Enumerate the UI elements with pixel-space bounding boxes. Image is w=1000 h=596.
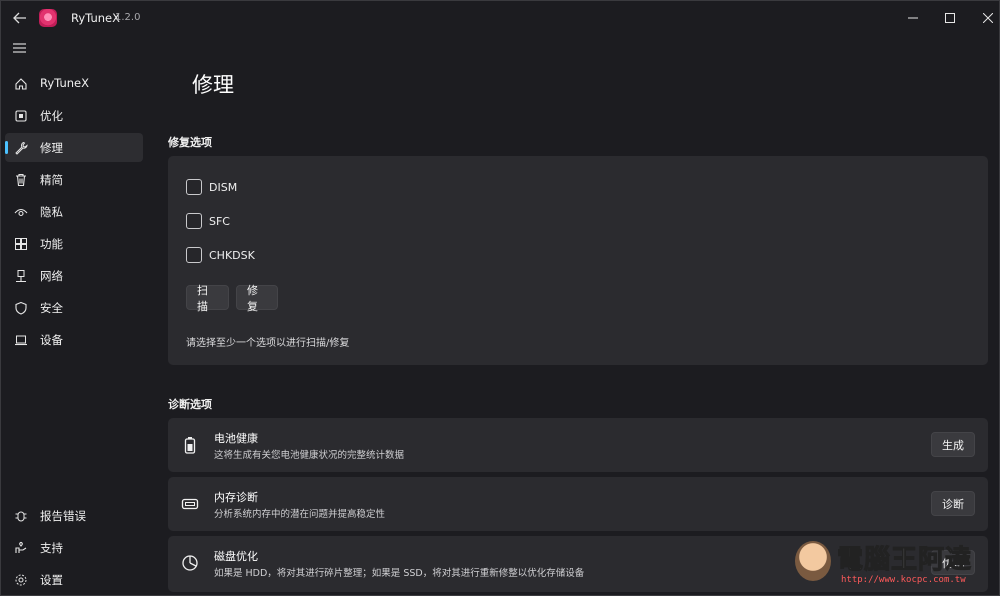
app-logo-icon	[39, 9, 57, 27]
repair-options-card: DISM SFC CHKDSK 扫描 修复 请选择至少一个选项以进行扫描/修复	[168, 156, 988, 365]
diag-description: 分析系统内存中的潜在问题并提高稳定性	[214, 509, 386, 520]
home-icon	[13, 76, 28, 91]
maximize-icon	[945, 13, 955, 23]
optimize-icon	[13, 108, 28, 123]
battery-health-card: 电池健康 这将生成有关您电池健康状况的完整统计数据 生成	[168, 418, 988, 472]
close-button[interactable]	[973, 7, 1000, 29]
app-window: RyTuneX 1.2.0 RyTuneX 优化 修理 精简 隐私 功能 网络 …	[0, 0, 1000, 596]
sidebar-item-label: RyTuneX	[40, 76, 89, 90]
sidebar-item-label: 功能	[40, 237, 63, 251]
dism-option[interactable]: DISM	[186, 179, 237, 195]
sidebar-item-repair[interactable]: 修理	[5, 133, 143, 162]
sfc-option[interactable]: SFC	[186, 213, 230, 229]
app-version: 1.2.0	[115, 12, 141, 23]
minimize-button[interactable]	[898, 7, 928, 29]
support-icon	[13, 540, 28, 555]
active-indicator	[5, 141, 8, 154]
back-arrow-icon	[13, 12, 26, 24]
app-title: RyTuneX	[71, 11, 120, 25]
chkdsk-option[interactable]: CHKDSK	[186, 247, 255, 263]
close-icon	[983, 13, 993, 23]
diag-description: 这将生成有关您电池健康状况的完整统计数据	[214, 450, 405, 461]
watermark-text: 電腦王阿達	[836, 545, 973, 576]
sidebar-item-privacy[interactable]: 隐私	[5, 197, 143, 226]
diag-description: 如果是 HDD，将对其进行碎片整理；如果是 SSD，将对其进行重新修整以优化存储…	[214, 568, 585, 579]
sidebar-item-settings[interactable]: 设置	[5, 565, 143, 594]
eye-icon	[13, 204, 28, 219]
sidebar-item-security[interactable]: 安全	[5, 293, 143, 322]
trash-icon	[13, 172, 28, 187]
sidebar-item-label: 隐私	[40, 205, 63, 219]
laptop-icon	[13, 332, 28, 347]
dism-label: DISM	[209, 180, 238, 194]
maximize-button[interactable]	[935, 7, 965, 29]
sidebar-item-label: 支持	[40, 541, 63, 555]
disk-icon	[180, 553, 200, 573]
sfc-label: SFC	[209, 214, 230, 228]
sidebar-item-label: 设置	[40, 573, 63, 587]
diagnostics-section-title: 诊断选项	[168, 398, 212, 411]
scan-button[interactable]: 扫描	[186, 284, 229, 313]
sfc-checkbox[interactable]	[186, 213, 202, 229]
network-icon	[13, 268, 28, 283]
sidebar-item-support[interactable]: 支持	[5, 533, 143, 562]
hamburger-icon	[13, 43, 26, 53]
repair-hint: 请选择至少一个选项以进行扫描/修复	[186, 338, 350, 349]
sidebar-item-label: 网络	[40, 269, 63, 283]
memory-icon	[180, 494, 200, 514]
sidebar-item-label: 安全	[40, 301, 63, 315]
watermark: 電腦王阿達 http://www.kocpc.com.tw	[791, 537, 991, 591]
sidebar-item-device[interactable]: 设备	[5, 325, 143, 354]
sidebar-item-features[interactable]: 功能	[5, 229, 143, 258]
menu-toggle-button[interactable]	[12, 41, 30, 59]
sidebar-item-label: 优化	[40, 109, 63, 123]
sidebar-item-report-bug[interactable]: 报告错误	[5, 501, 143, 530]
generate-button[interactable]: 生成	[931, 432, 975, 457]
sidebar-item-label: 设备	[40, 333, 63, 347]
shield-icon	[13, 300, 28, 315]
diag-title: 电池健康	[214, 432, 258, 445]
fix-button[interactable]: 修复	[236, 284, 278, 313]
watermark-mascot-icon	[795, 541, 831, 581]
sidebar-item-rytunex[interactable]: RyTuneX	[5, 69, 143, 98]
sidebar-item-debloat[interactable]: 精简	[5, 165, 143, 194]
diag-title: 内存诊断	[214, 491, 258, 504]
sidebar-item-optimize[interactable]: 优化	[5, 101, 143, 130]
bug-icon	[13, 508, 28, 523]
sidebar-item-network[interactable]: 网络	[5, 261, 143, 290]
repair-section-title: 修复选项	[168, 136, 212, 149]
minimize-icon	[908, 17, 918, 19]
chkdsk-label: CHKDSK	[209, 248, 255, 262]
sidebar-item-label: 修理	[40, 141, 63, 155]
watermark-url: http://www.kocpc.com.tw	[841, 575, 966, 585]
title-bar: RyTuneX 1.2.0	[1, 1, 999, 35]
page-title: 修理	[192, 73, 234, 97]
sidebar-item-label: 精简	[40, 173, 63, 187]
wrench-icon	[13, 140, 28, 155]
diagnose-button[interactable]: 诊断	[931, 491, 975, 516]
gear-icon	[13, 572, 28, 587]
chkdsk-checkbox[interactable]	[186, 247, 202, 263]
battery-icon	[180, 435, 200, 455]
features-icon	[13, 236, 28, 251]
back-button[interactable]	[9, 9, 31, 27]
memory-diagnostic-card: 内存诊断 分析系统内存中的潜在问题并提高稳定性 诊断	[168, 477, 988, 531]
diag-title: 磁盘优化	[214, 550, 258, 563]
sidebar-item-label: 报告错误	[40, 509, 86, 523]
dism-checkbox[interactable]	[186, 179, 202, 195]
